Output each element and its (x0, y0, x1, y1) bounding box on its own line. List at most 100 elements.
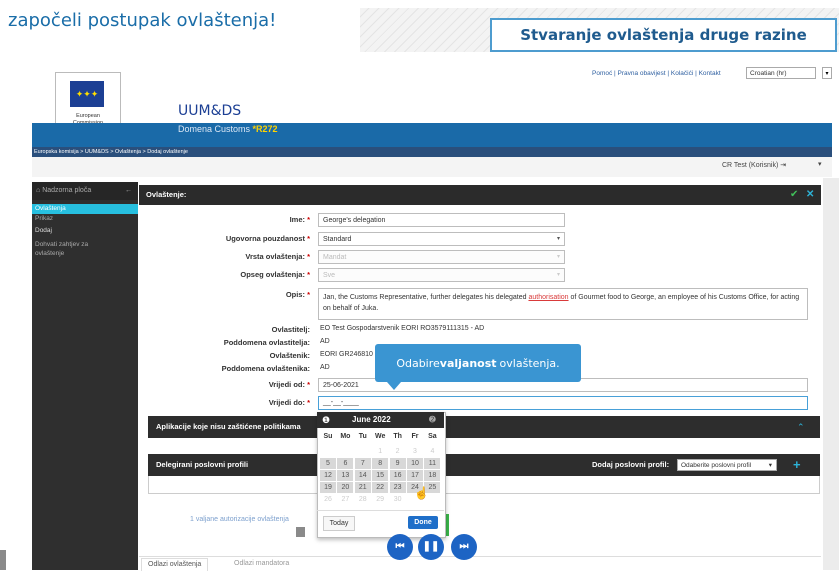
required-mark: * (307, 270, 310, 279)
sidebar-home[interactable]: ⌂ Nadzorna ploča ← (32, 182, 138, 200)
vrsta-select: Mandat ▾ (318, 250, 565, 264)
done-button[interactable]: Done (408, 516, 438, 529)
add-profile-plus-icon[interactable]: + (793, 454, 801, 476)
calendar-day[interactable]: 23 (389, 482, 406, 493)
sidebar-item-prikaz[interactable]: Prikaz (32, 214, 138, 224)
logo-text-line1: European (76, 113, 100, 119)
opseg-select: Sve ▾ (318, 268, 565, 282)
tab-outgoing-mandators[interactable]: Odlazi mandatora (228, 558, 295, 570)
vrsta-value: Mandat (323, 254, 347, 261)
calendar-day[interactable]: 5 (320, 458, 336, 469)
calendar-day: 26 (324, 496, 332, 503)
calendar-day[interactable]: 9 (389, 458, 406, 469)
logout-icon[interactable]: ⇥ (780, 162, 786, 169)
today-button[interactable]: Today (323, 516, 355, 531)
required-mark: * (307, 398, 310, 407)
chevron-down-icon[interactable]: ▾ (557, 233, 560, 246)
calendar-day[interactable]: 7 (354, 458, 371, 469)
calendar-day[interactable]: 17 (407, 470, 423, 481)
section-business-profiles-body (148, 476, 820, 494)
pause-button[interactable]: ❚❚ (418, 534, 444, 560)
calendar-day[interactable]: 8 (372, 458, 389, 469)
opis-label-text: Opis: (285, 290, 305, 299)
calendar-day[interactable]: 20 (337, 482, 354, 493)
user-menu[interactable]: CR Test (Korisnik) ⇥ (722, 161, 786, 169)
calendar-day[interactable]: 16 (389, 470, 406, 481)
ugovorna-value: Standard (323, 236, 352, 243)
sidebar-home-label: Nadzorna ploča (42, 187, 92, 194)
calendar-day[interactable]: 13 (337, 470, 354, 481)
required-mark: * (307, 380, 310, 389)
calendar-day: 3 (413, 448, 417, 455)
ugovorna-label: Ugovorna pouzdanost * (160, 234, 310, 243)
weekday-header: Tu (358, 433, 367, 440)
ovlastitelj-label: Ovlastitelj: (271, 325, 310, 334)
poddomena-ovlastitelja-label: Poddomena ovlastitelja: (223, 338, 310, 347)
poddomena-ovlastitelja-value: AD (320, 338, 330, 345)
opis-spellcheck-word: authorisation (528, 294, 569, 301)
chevron-down-icon[interactable]: ▾ (769, 460, 772, 471)
calendar-day[interactable]: 15 (372, 470, 389, 481)
language-select[interactable]: Croatian (hr) (746, 67, 816, 79)
poddomena-ovlastenika-label: Poddomena ovlaštenika: (221, 364, 310, 373)
breadcrumb[interactable]: Europska komisija > UUM&DS > Ovlaštenja … (34, 147, 188, 157)
tooltip-text-end: ovlaštenja. (499, 356, 560, 370)
section-unprotected-apps-title: Aplikacije koje nisu zaštićene politikam… (156, 422, 301, 431)
sidebar-item-ovlastenja[interactable]: Ovlaštenja (32, 204, 138, 214)
tooltip-text-start: Odabire (396, 356, 440, 370)
calendar-day[interactable]: 21 (354, 482, 371, 493)
weekday-header: Th (393, 433, 402, 440)
sidebar-item-dodaj[interactable]: Dodaj (32, 226, 138, 236)
user-caret-icon[interactable]: ▾ (818, 160, 822, 168)
calendar-day[interactable]: 11 (424, 458, 441, 469)
add-profile-label: Dodaj poslovni profil: (592, 460, 670, 469)
calendar-day: 30 (393, 496, 402, 503)
calendar-day[interactable]: 19 (320, 482, 336, 493)
rewind-button[interactable]: ⏮ (387, 534, 413, 560)
top-links[interactable]: Pomoć | Pravna obavijest | Kolačići | Ko… (592, 70, 721, 77)
eu-stars-icon: ✦✦✦ (75, 89, 99, 99)
vrijedi-do-label: Vrijedi do: * (160, 398, 310, 407)
sidebar-item-dohvati-line2[interactable]: ovlaštenje (32, 249, 138, 259)
collapse-arrow-icon[interactable]: ← (125, 182, 132, 200)
calendar-day: 27 (341, 496, 350, 503)
panel-title: Ovlaštenje: (146, 190, 187, 199)
tooltip-tail (387, 382, 401, 390)
scrollbar[interactable] (823, 178, 839, 570)
business-profile-select[interactable]: Odaberite poslovni profil ▾ (677, 459, 777, 471)
tab-outgoing-authorizations[interactable]: Odlazi ovlaštenja (141, 558, 209, 571)
tooltip: Odabire valjanost ovlaštenja. (375, 344, 581, 382)
chevron-up-icon[interactable]: ⌃ (797, 416, 805, 438)
calendar-day: 28 (358, 496, 367, 503)
weekday-header: Sa (428, 433, 437, 440)
chevron-down-icon: ▾ (556, 272, 560, 278)
ime-label-text: Ime: (289, 215, 305, 224)
datepicker-month: June 2022 (352, 415, 391, 424)
fast-forward-button[interactable]: ⏭ (451, 534, 477, 560)
ime-input[interactable]: George's delegation (318, 213, 565, 227)
close-icon[interactable]: ✕ (806, 185, 814, 205)
ovlastenik-label: Ovlaštenik: (269, 351, 310, 360)
opis-textarea[interactable]: Jan, the Customs Representative, further… (318, 288, 808, 320)
required-mark: * (307, 290, 310, 299)
chevron-down-icon[interactable]: ▾ (822, 67, 832, 79)
vrsta-label: Vrsta ovlaštenja: * (160, 252, 310, 261)
ugovorna-select[interactable]: Standard ▾ (318, 232, 565, 246)
calendar-day[interactable]: 18 (424, 470, 441, 481)
prev-month-icon[interactable]: ❶ (322, 412, 330, 428)
calendar-day[interactable]: 22 (372, 482, 389, 493)
vrijedi-od-label-text: Vrijedi od: (268, 380, 305, 389)
vrijedi-do-input[interactable]: __-__-____ (318, 396, 808, 410)
user-name: CR Test (Korisnik) (722, 162, 779, 169)
required-mark: * (307, 234, 310, 243)
weekday-header: We (375, 433, 386, 440)
tooltip-bold-text: valjanost (439, 356, 497, 370)
panel-header (139, 185, 821, 205)
calendar-day[interactable]: 10 (407, 458, 423, 469)
calendar-day[interactable]: 14 (354, 470, 371, 481)
calendar-day[interactable]: 12 (320, 470, 336, 481)
next-month-icon[interactable]: ➋ (429, 412, 436, 428)
save-check-icon[interactable]: ✔ (790, 185, 798, 205)
calendar-day[interactable]: 6 (337, 458, 354, 469)
valid-authorizations-link[interactable]: 1 valjane autorizacije ovlaštenja (190, 516, 289, 523)
